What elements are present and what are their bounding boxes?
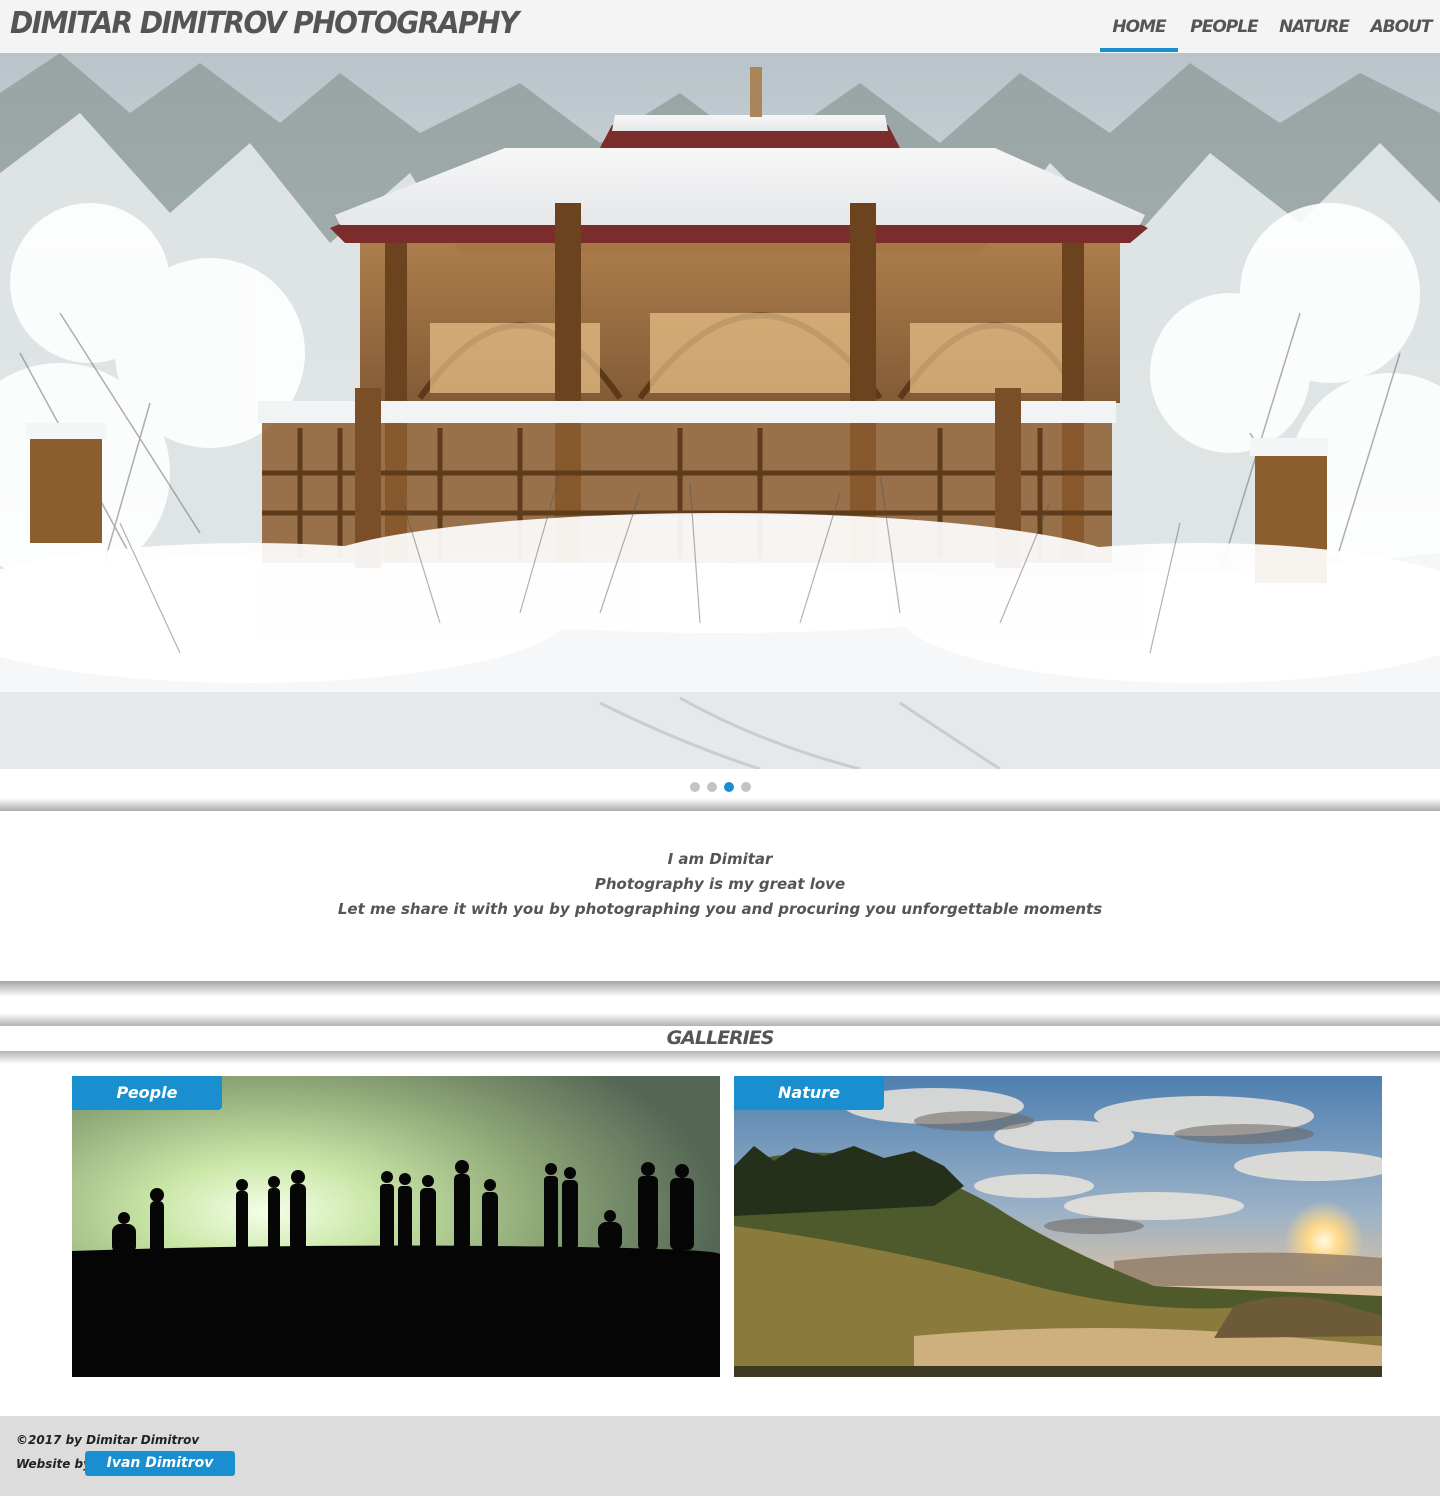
site-footer: ©2017 by Dimitar Dimitrov Website by Iva…	[0, 1416, 1440, 1496]
hero-image-snowy-gazebo	[0, 53, 1440, 769]
intro-section: I am Dimitar Photography is my great lov…	[0, 811, 1440, 981]
galleries-shadow-bottom	[0, 1051, 1440, 1064]
galleries-shadow-top	[0, 1013, 1440, 1026]
slider-dot-1[interactable]	[689, 782, 700, 792]
slider-dot-2[interactable]	[706, 782, 717, 792]
site-header: Dimitar Dimitrov Photography Home People…	[0, 0, 1440, 53]
gallery-label-people[interactable]: People	[72, 1076, 222, 1110]
nature-sunset-image	[734, 1076, 1382, 1377]
slider-dots	[0, 782, 1440, 794]
intro-shadow-bottom	[0, 981, 1440, 997]
hero-slider[interactable]	[0, 53, 1440, 769]
footer-website-by: Website by	[16, 1457, 91, 1471]
gallery-card-people[interactable]: People	[72, 1076, 720, 1377]
galleries-title: Galleries	[666, 1027, 775, 1049]
intro-line-3: Let me share it with you by photographin…	[337, 900, 1103, 918]
intro-line-1: I am Dimitar	[667, 850, 773, 868]
intro-line-2: Photography is my great love	[594, 875, 846, 893]
gallery-card-nature[interactable]: Nature	[734, 1076, 1382, 1377]
nav-people[interactable]: People	[1190, 0, 1258, 53]
nav-home[interactable]: Home	[1100, 0, 1178, 53]
site-brand[interactable]: Dimitar Dimitrov Photography	[10, 5, 519, 41]
intro-shadow-top	[0, 798, 1440, 812]
nav-nature[interactable]: Nature	[1279, 0, 1350, 53]
galleries-heading-band: Galleries	[0, 1026, 1440, 1051]
nav-about[interactable]: About	[1370, 0, 1433, 53]
gallery-label-nature[interactable]: Nature	[734, 1076, 884, 1110]
footer-copyright: ©2017 by Dimitar Dimitrov	[16, 1433, 200, 1447]
slider-dot-4[interactable]	[740, 782, 751, 792]
slider-dot-3[interactable]	[723, 782, 734, 792]
footer-author-link[interactable]: Ivan Dimitrov	[85, 1451, 235, 1476]
main-nav: Home People Nature About	[1100, 0, 1440, 53]
people-silhouettes-image	[72, 1076, 720, 1377]
